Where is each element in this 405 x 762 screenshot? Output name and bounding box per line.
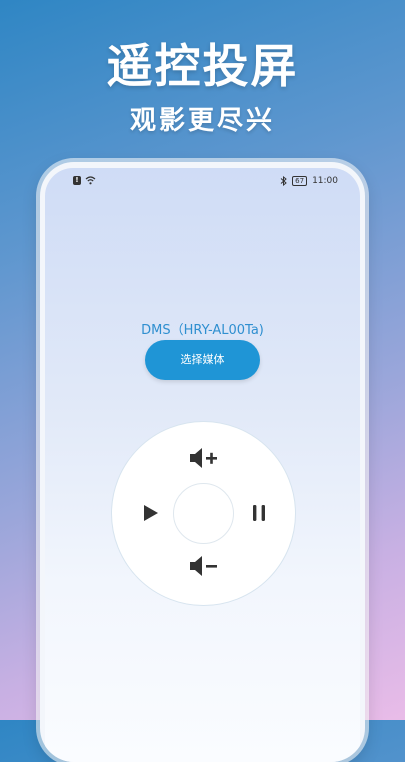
- phone-frame: ! 67 11:00 DMS（HRY-AL00Ta) 选择媒体: [40, 162, 365, 762]
- volume-down-button[interactable]: [187, 552, 221, 580]
- select-media-button[interactable]: 选择媒体: [145, 340, 260, 380]
- alert-icon: !: [73, 176, 81, 185]
- volume-up-button[interactable]: [187, 444, 221, 472]
- remote-control-pad: [111, 421, 296, 606]
- status-time: 11:00: [312, 176, 338, 186]
- app-screen: ! 67 11:00 DMS（HRY-AL00Ta) 选择媒体: [45, 168, 360, 762]
- device-name: DMS（HRY-AL00Ta): [141, 323, 264, 338]
- bluetooth-icon: [280, 176, 287, 186]
- promo-subtitle: 观影更尽兴: [129, 106, 275, 136]
- center-button[interactable]: [173, 483, 234, 544]
- wifi-icon: [85, 176, 96, 185]
- volume-up-icon: [190, 448, 217, 468]
- play-icon: [144, 505, 158, 521]
- pause-button[interactable]: [246, 500, 272, 526]
- play-button[interactable]: [138, 500, 164, 526]
- pause-icon: [253, 505, 265, 521]
- status-bar: ! 67 11:00: [45, 172, 360, 192]
- battery-icon: 67: [292, 176, 308, 186]
- volume-down-icon: [190, 556, 217, 576]
- promo-title: 遥控投屏: [106, 39, 299, 93]
